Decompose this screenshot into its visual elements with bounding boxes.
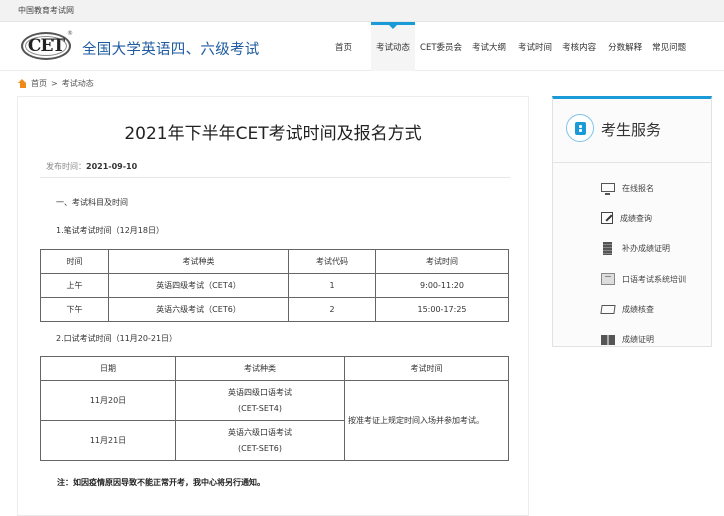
written-exam-heading: 1.笔试考试时间（12月18日） <box>56 226 164 235</box>
table-header-row: 时间 考试种类 考试代码 考试时间 <box>40 249 509 274</box>
service-score-certificate[interactable]: 成绩证明 <box>601 324 686 354</box>
notebook-icon <box>603 242 612 256</box>
exam-code: (CET-SET4) <box>237 403 283 413</box>
exam-type: 英语四级口语考试 <box>228 387 292 397</box>
nav-cet-committee[interactable]: CET委员会 <box>415 22 467 71</box>
table-cell: 9:00-11:20 <box>375 273 509 298</box>
breadcrumb-separator: > <box>51 79 58 88</box>
main-nav: 首页 考试动态 CET委员会 考试大纲 考试时间 考核内容 分数解释 常见问题 <box>330 22 691 71</box>
edit-icon <box>601 212 613 225</box>
site-title[interactable]: 全国大学英语四、六级考试 <box>82 38 260 59</box>
folder-icon <box>600 304 616 314</box>
nav-exam-time[interactable]: 考试时间 <box>513 22 557 71</box>
breadcrumb-home[interactable]: 首页 <box>31 78 47 89</box>
service-reissue-certificate[interactable]: 补办成绩证明 <box>601 234 686 264</box>
service-online-registration[interactable]: 在线报名 <box>601 173 686 203</box>
student-services-panel: 考生服务 在线报名 成绩查询 补办成绩证明 口语考试系统培训 成绩核查 成绩证明 <box>552 96 712 347</box>
breadcrumb-current[interactable]: 考试动态 <box>62 78 94 89</box>
panel-header: 考生服务 <box>553 99 711 163</box>
book-icon <box>601 334 615 345</box>
oral-exam-table: 日期 考试种类 考试时间 11月20日 英语四级口语考试 (CET-SET4) … <box>40 356 509 461</box>
top-bar: 中国教育考试网 <box>0 0 724 22</box>
screen-icon <box>601 273 615 286</box>
table-header: 考试种类 <box>108 249 289 274</box>
nav-content[interactable]: 考核内容 <box>557 22 601 71</box>
exam-code: (CET-SET6) <box>237 443 283 453</box>
written-exam-table: 时间 考试种类 考试代码 考试时间 上午 英语四级考试（CET4） 1 9:00… <box>40 249 509 322</box>
table-cell: 下午 <box>40 297 109 322</box>
table-cell: 11月20日 <box>40 380 176 421</box>
service-label: 成绩证明 <box>622 335 654 345</box>
home-icon <box>18 79 27 88</box>
nav-home[interactable]: 首页 <box>330 22 357 71</box>
table-header: 考试代码 <box>288 249 376 274</box>
table-cell: 上午 <box>40 273 109 298</box>
service-label: 成绩查询 <box>620 213 652 223</box>
table-row: 11月20日 英语四级口语考试 (CET-SET4) 按准考证上规定时间入场并参… <box>40 380 509 461</box>
service-score-query[interactable]: 成绩查询 <box>601 203 686 233</box>
table-cell: 英语四级考试（CET4） <box>108 273 289 298</box>
notice-text: 注：如因疫情原因导致不能正常开考，我中心将另行通知。 <box>57 478 265 487</box>
table-cell: 英语六级口语考试 (CET-SET6) <box>175 420 345 461</box>
header: CET ® 全国大学英语四、六级考试 首页 考试动态 CET委员会 考试大纲 考… <box>0 22 724 71</box>
article-title: 2021年下半年CET考试时间及报名方式 <box>124 124 422 144</box>
table-cell: 2 <box>288 297 376 322</box>
table-cell: 英语六级考试（CET6） <box>108 297 289 322</box>
cet-logo[interactable]: CET <box>21 32 71 60</box>
table-row: 下午 英语六级考试（CET6） 2 15:00-17:25 <box>40 297 509 322</box>
student-id-icon <box>566 114 594 142</box>
exam-type: 英语六级口语考试 <box>228 427 292 437</box>
service-list: 在线报名 成绩查询 补办成绩证明 口语考试系统培训 成绩核查 成绩证明 <box>600 173 686 355</box>
table-header-row: 日期 考试种类 考试时间 <box>40 356 509 381</box>
registered-mark: ® <box>67 30 73 37</box>
table-header: 日期 <box>40 356 176 381</box>
table-header: 考试时间 <box>344 356 509 381</box>
site-name-link[interactable]: 中国教育考试网 <box>18 5 74 16</box>
publish-date-value: 2021-09-10 <box>86 162 138 171</box>
publish-date: 发布时间：2021-09-10 <box>46 161 137 172</box>
oral-exam-heading: 2.口试考试时间（11月20-21日） <box>56 334 178 343</box>
publish-date-label: 发布时间： <box>46 162 86 171</box>
article-card: 2021年下半年CET考试时间及报名方式 发布时间：2021-09-10 一、考… <box>17 96 529 516</box>
breadcrumb: 首页 > 考试动态 <box>18 78 94 89</box>
service-score-review[interactable]: 成绩核查 <box>600 294 686 324</box>
table-header: 时间 <box>40 249 109 274</box>
table-cell: 按准考证上规定时间入场并参加考试。 <box>344 380 509 461</box>
table-cell: 15:00-17:25 <box>375 297 509 322</box>
nav-syllabus[interactable]: 考试大纲 <box>467 22 511 71</box>
table-header: 考试时间 <box>375 249 509 274</box>
monitor-icon <box>601 182 615 195</box>
panel-title: 考生服务 <box>601 121 662 139</box>
section-heading: 一、考试科目及时间 <box>56 198 128 207</box>
service-label: 补办成绩证明 <box>622 244 670 254</box>
divider <box>40 177 510 178</box>
table-cell: 1 <box>288 273 376 298</box>
service-label: 在线报名 <box>622 183 654 193</box>
nav-faq[interactable]: 常见问题 <box>647 22 691 71</box>
nav-score-explanation[interactable]: 分数解释 <box>603 22 647 71</box>
service-label: 成绩核查 <box>622 304 654 314</box>
table-header: 考试种类 <box>175 356 345 381</box>
table-cell: 11月21日 <box>40 420 176 461</box>
service-label: 口语考试系统培训 <box>622 274 686 284</box>
nav-exam-news[interactable]: 考试动态 <box>371 22 416 71</box>
service-oral-training[interactable]: 口语考试系统培训 <box>601 264 686 294</box>
table-row: 上午 英语四级考试（CET4） 1 9:00-11:20 <box>40 273 509 298</box>
table-cell: 英语四级口语考试 (CET-SET4) <box>175 380 345 421</box>
